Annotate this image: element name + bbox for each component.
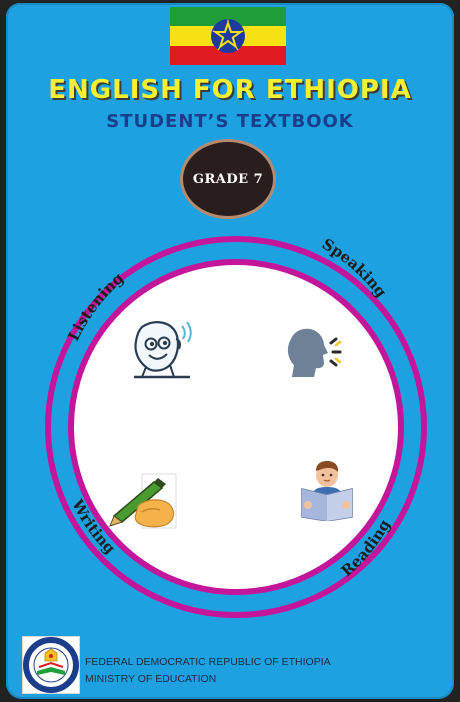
page: ENGLISH FOR ETHIOPIA STUDENT’S TEXTBOOK … (0, 0, 460, 702)
book-subtitle: STUDENT’S TEXTBOOK (106, 111, 354, 132)
footer-line-2: MINISTRY OF EDUCATION (85, 673, 217, 685)
ministry-logo (22, 636, 80, 694)
ministry-emblem-icon (23, 637, 79, 693)
skills-circle: Listening Speaking Writing Reading (45, 235, 427, 618)
speaking-head-icon (287, 328, 342, 377)
grade-badge: GRADE 7 (180, 139, 276, 219)
flag-emblem-icon (211, 19, 245, 53)
ethiopian-flag (170, 7, 286, 65)
book-title: ENGLISH FOR ETHIOPIA (48, 75, 412, 105)
footer-line-1: FEDERAL DEMOCRATIC REPUBLIC OF ETHIOPIA (85, 656, 331, 668)
book-cover: ENGLISH FOR ETHIOPIA STUDENT’S TEXTBOOK … (6, 3, 454, 699)
listening-face-icon (134, 321, 192, 379)
writing-hand-icon (109, 473, 177, 529)
inner-circle (68, 259, 404, 595)
reading-person-icon (301, 461, 353, 521)
grade-label: GRADE 7 (192, 171, 264, 187)
